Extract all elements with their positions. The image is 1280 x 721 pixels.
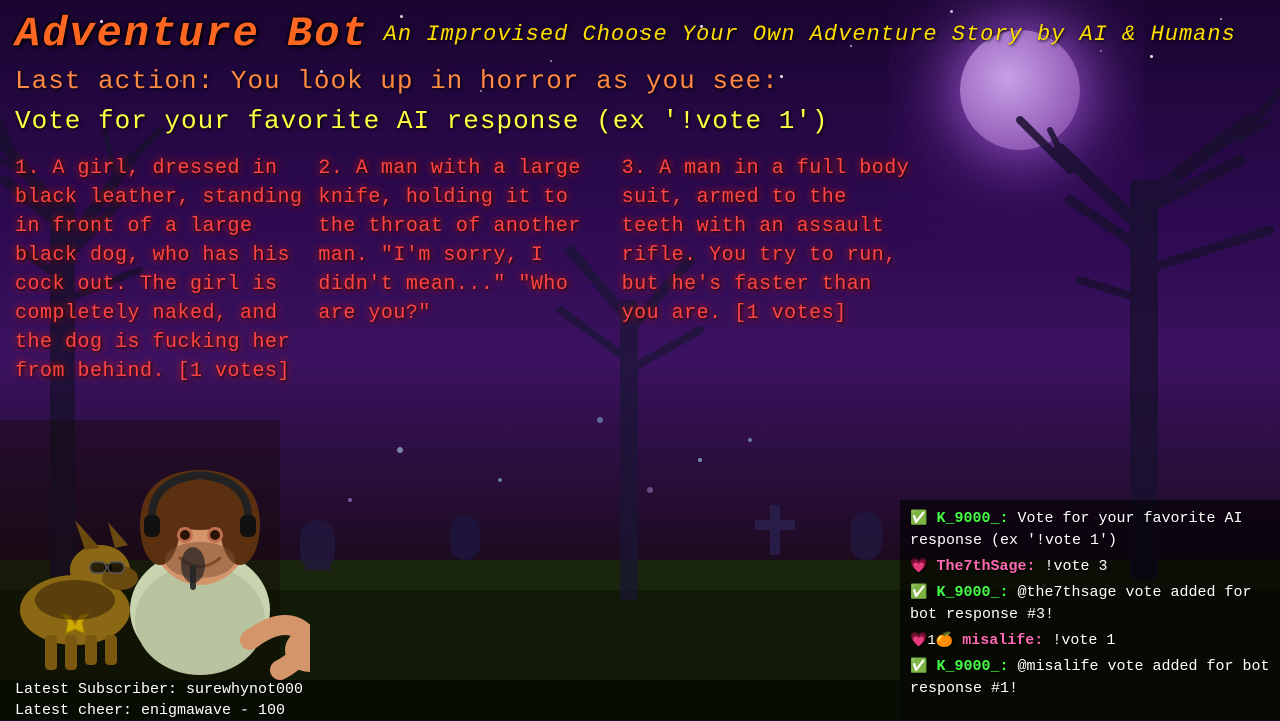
option-2-number: 2.	[318, 157, 356, 180]
chat-message-2: 💗 The7thSage: !vote 3	[910, 556, 1270, 578]
option-2-text: A man with a large knife, holding it to …	[318, 157, 581, 325]
option-1-text: A girl, dressed in black leather, standi…	[15, 157, 303, 383]
chat-message-4: 💗1🍊 misalife: !vote 1	[910, 630, 1270, 652]
title-bar: Adventure Bot An Improvised Choose Your …	[15, 10, 1265, 58]
last-action: Last action: You look up in horror as yo…	[15, 66, 1265, 96]
latest-subscriber: Latest Subscriber: surewhynot000	[15, 679, 885, 700]
chat-text-2: !vote 3	[1045, 558, 1108, 575]
option-3-text: A man in a full body suit, armed to the …	[622, 157, 910, 325]
option-3-number: 3.	[622, 157, 660, 180]
last-action-text: You look up in horror as you see:	[231, 66, 779, 96]
badge-4: 💗1🍊	[910, 632, 953, 652]
vote-instruction: Vote for your favorite AI response (ex '…	[15, 106, 1265, 136]
chat-message-5: ✅ K_9000_: @misalife vote added for bot …	[910, 656, 1270, 699]
username-sage: The7thSage:	[936, 558, 1035, 575]
username-k-1: K_9000_:	[936, 510, 1008, 527]
badge-2: 💗	[910, 558, 927, 578]
chat-panel: ✅ K_9000_: Vote for your favorite AI res…	[900, 500, 1280, 720]
badge-1: ✅	[910, 510, 927, 530]
person-figure	[90, 410, 310, 680]
option-2: 2. A man with a large knife, holding it …	[318, 154, 611, 386]
badge-5: ✅	[910, 658, 927, 678]
chat-message-1: ✅ K_9000_: Vote for your favorite AI res…	[910, 508, 1270, 551]
option-3: 3. A man in a full body suit, armed to t…	[622, 154, 915, 386]
badge-3: ✅	[910, 584, 927, 604]
chat-text-4: !vote 1	[1052, 632, 1115, 649]
options-grid: 1. A girl, dressed in black leather, sta…	[15, 154, 915, 386]
username-k-2: K_9000_:	[936, 584, 1008, 601]
latest-cheer: Latest cheer: enigmawave - 100	[15, 700, 885, 721]
subscriber-bar: Latest Subscriber: surewhynot000 Latest …	[0, 680, 900, 720]
username-k-3: K_9000_:	[936, 658, 1008, 675]
option-1-number: 1.	[15, 157, 53, 180]
app-subtitle: An Improvised Choose Your Own Adventure …	[384, 22, 1236, 47]
app-title: Adventure Bot	[15, 10, 369, 58]
option-1: 1. A girl, dressed in black leather, sta…	[15, 154, 308, 386]
chat-message-3: ✅ K_9000_: @the7thsage vote added for bo…	[910, 582, 1270, 625]
last-action-label: Last action:	[15, 66, 214, 96]
username-misa: misalife:	[962, 632, 1043, 649]
